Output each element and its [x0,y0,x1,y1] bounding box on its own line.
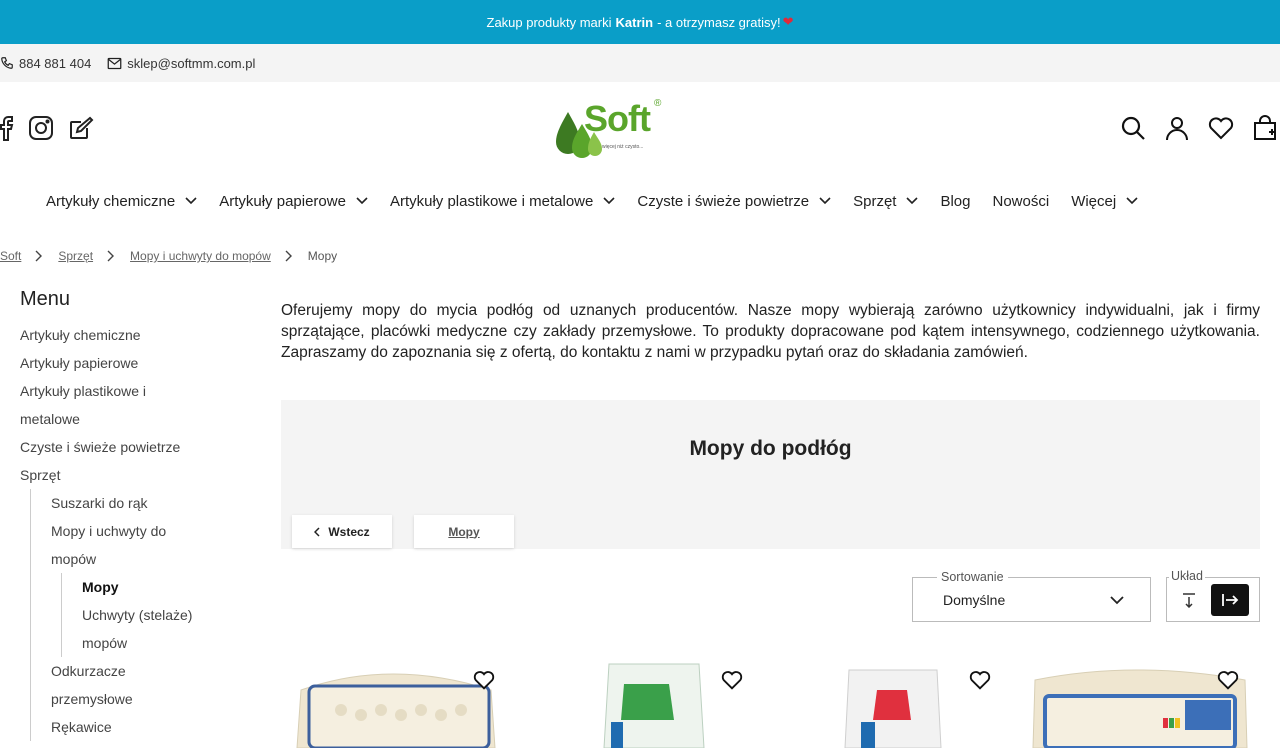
sort-value: Domyślne [943,592,1006,608]
facebook-icon[interactable] [0,115,14,141]
logo-tagline: więcej niż czysto... [602,144,644,150]
chevron-down-icon [603,197,615,205]
promo-brand: Katrin [615,14,654,30]
subcategory-label: Mopy [448,524,480,539]
chevron-down-icon [1126,197,1138,205]
back-label: Wstecz [328,524,370,539]
account-icon[interactable] [1164,115,1190,141]
layout-list-icon[interactable] [1181,592,1197,613]
sort-select[interactable]: Sortowanie Domyślne [912,570,1151,622]
category-header: Mopy do podłóg Wstecz Mopy [281,400,1260,549]
site-header: Soft ® więcej niż czysto... [0,82,1280,178]
promo-suffix: - a otrzymasz gratisy! [657,14,781,30]
wishlist-icon[interactable] [1208,116,1234,140]
product-card[interactable] [281,660,511,748]
sidebar-submenu-2: Mopy Uchwyty (stelaże) mopów [61,573,260,657]
logo-wordmark: Soft [584,98,651,139]
product-card[interactable] [777,660,1007,748]
nav-label: Artykuły papierowe [219,192,346,210]
logo-registered: ® [654,98,662,109]
site-logo[interactable]: Soft ® więcej niż czysto... [554,96,670,162]
wishlist-icon[interactable] [1217,670,1239,695]
breadcrumb-link[interactable]: Sprzęt [58,249,93,263]
chevron-down-icon [356,197,368,205]
sidebar-subitem[interactable]: Odkurzacze przemysłowe [51,657,171,713]
nav-item-plastic[interactable]: Artykuły plastikowe i metalowe [390,193,615,210]
nav-label: Artykuły plastikowe i metalowe [389,192,594,210]
mail-icon [107,57,122,69]
sidebar-subitem-active[interactable]: Mopy [82,573,260,601]
email-link[interactable]: sklep@softmm.com.pl [107,56,255,71]
nav-item-equipment[interactable]: Sprzęt [853,192,919,210]
wishlist-icon[interactable] [473,670,495,695]
product-card[interactable] [1025,660,1255,748]
nav-label: Czyste i świeże powietrze [637,192,810,210]
layout-switch: Układ [1166,569,1260,622]
sidebar-item[interactable]: Artykuły chemiczne [20,321,260,349]
sidebar-submenu: Suszarki do rąk Mopy i uchwyty do mopów … [30,489,260,741]
chevron-down-icon [906,197,919,205]
sidebar-item[interactable]: Sprzęt [20,461,260,489]
sidebar-item[interactable]: Artykuły papierowe [20,349,260,377]
social-links [0,115,108,141]
nav-label: Artykuły chemiczne [46,192,176,210]
contact-bar: 884 881 404 sklep@softmm.com.pl [0,44,1280,82]
chevron-right-icon [285,250,292,262]
phone-icon [1,57,13,69]
nav-label: Sprzęt [853,192,897,210]
heart-icon: ❤ [782,14,794,29]
nav-item-blog[interactable]: Blog [940,193,970,210]
chevron-left-icon [314,526,320,537]
category-description: Oferujemy mopy do mycia podłóg od uznany… [281,302,1260,361]
layout-label: Układ [1169,569,1205,583]
phone-number: 884 881 404 [19,55,92,71]
nav-label: Nowości [992,192,1050,210]
breadcrumb-link[interactable]: Soft [0,249,21,263]
cart-icon[interactable] [1252,115,1278,141]
nav-item-air[interactable]: Czyste i świeże powietrze [637,193,831,210]
chevron-right-icon [35,250,43,262]
blog-edit-icon[interactable] [68,115,94,141]
nav-item-new[interactable]: Nowości [993,193,1050,210]
product-card[interactable] [529,660,759,748]
sidebar-subitem[interactable]: Suszarki do rąk [51,489,260,517]
wishlist-icon[interactable] [969,670,991,695]
breadcrumb-link[interactable]: Mopy i uchwyty do mopów [130,249,271,263]
breadcrumb: Soft Sprzęt Mopy i uchwyty do mopów Mopy [0,247,337,265]
breadcrumb-current: Mopy [307,249,338,263]
promo-bar: Zakup produkty marki Katrin - a otrzymas… [0,0,1280,44]
product-grid [281,660,1260,748]
sidebar-item[interactable]: Czyste i świeże powietrze [20,433,260,461]
email-address: sklep@softmm.com.pl [127,55,256,71]
chevron-down-icon [1110,592,1124,610]
sidebar-subitem[interactable]: Uchwyty (stelaże) mopów [82,601,212,657]
nav-label: Blog [940,192,971,210]
nav-item-paper[interactable]: Artykuły papierowe [219,193,368,210]
chevron-down-icon [185,197,197,205]
sidebar-menu: Menu Artykuły chemiczne Artykuły papiero… [20,288,260,741]
nav-label: Więcej [1071,192,1117,210]
nav-item-chemical[interactable]: Artykuły chemiczne [46,193,197,210]
nav-item-more[interactable]: Więcej [1071,193,1138,210]
instagram-icon[interactable] [28,115,54,141]
category-title: Mopy do podłóg [689,437,852,460]
sidebar-title: Menu [20,288,71,310]
main-nav: Artykuły chemiczne Artykuły papierowe Ar… [0,178,1280,224]
sidebar-subitem[interactable]: Rękawice [51,713,260,741]
subcategory-button[interactable]: Mopy [414,515,514,548]
back-button[interactable]: Wstecz [292,515,392,548]
sidebar-subitem[interactable]: Mopy i uchwyty do mopów [51,517,191,573]
promo-prefix: Zakup produkty marki [486,14,612,30]
search-icon[interactable] [1120,115,1146,141]
layout-grid-icon[interactable] [1211,584,1249,616]
phone-link[interactable]: 884 881 404 [0,56,91,71]
sort-label: Sortowanie [937,570,1008,584]
header-tools [1102,115,1278,141]
sidebar-item[interactable]: Artykuły plastikowe i metalowe [20,377,170,433]
wishlist-icon[interactable] [721,670,743,695]
chevron-right-icon [107,250,115,262]
chevron-down-icon [819,197,831,205]
